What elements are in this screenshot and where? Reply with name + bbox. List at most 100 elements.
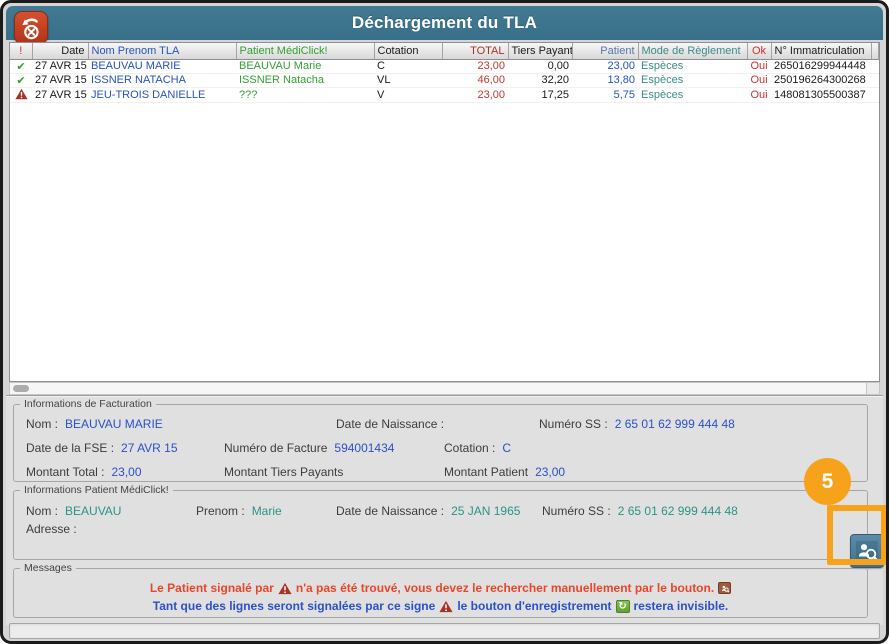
cell-nom-tla: ISSNER NATACHA [88,73,236,87]
warning-triangle-icon [439,600,453,613]
horizontal-scrollbar[interactable] [9,382,880,395]
field-label: Cotation : [444,441,495,455]
table-row[interactable]: ✔ 27 AVR 15 BEAUVAU MARIE BEAUVAU Marie … [10,59,879,73]
cell-total: 23,00 [442,59,508,73]
col-header-immatriculation[interactable]: N° Immatriculation [771,43,871,59]
facturation-tiers-field: Montant Tiers Payants [224,465,350,479]
messages-section: Messages Le Patient signalé par n'a pas … [13,562,868,618]
cell-cotation: C [374,59,442,73]
cell-date: 27 AVR 15 [32,59,88,73]
message-text: Tant que des lignes seront signalées par… [153,599,436,613]
col-header-ok[interactable]: Ok [747,43,771,59]
patient-mediclick-legend: Informations Patient MédiClick! [20,484,173,496]
field-label: Numéro SS : [539,417,608,431]
cell-patient-mediclick: ??? [236,87,374,102]
message-text: n'a pas été trouvé, vous devez le recher… [296,581,714,595]
scrollbar-thumb[interactable] [13,385,29,392]
field-value: 23,00 [112,465,142,479]
tla-table-container: ! Date Nom Prenom TLA Patient MédiClick!… [9,42,880,382]
scrollbar-corner [866,383,879,394]
col-header-total[interactable]: TOTAL [442,43,508,59]
field-label: Date de Naissance : [336,417,444,431]
cell-total: 23,00 [442,87,508,102]
warning-triangle-icon [15,90,28,102]
col-header-tiers-payant[interactable]: Tiers Payant [508,43,572,59]
col-header-mode-reglement[interactable]: Mode de Règlement [638,43,747,59]
facturation-legend: Informations de Facturation [20,398,156,410]
cell-tiers-payant: 32,20 [508,73,572,87]
field-label: Nom : [26,417,58,431]
field-value: C [502,441,511,455]
col-header-flag[interactable]: ! [10,43,32,59]
field-label: Montant Total : [26,465,105,479]
status-bar [9,623,880,639]
pmc-prenom-field: Prenom : Marie [196,504,282,518]
cell-mode-reglement: Espèces [638,73,747,87]
field-value: 23,00 [535,465,565,479]
cell-patient: 5,75 [572,87,638,102]
window-title: Déchargement du TLA [6,6,883,40]
pmc-ddn-field: Date de Naissance : 25 JAN 1965 [336,504,520,518]
pmc-ss-field: Numéro SS : 2 65 01 62 999 444 48 [542,504,738,518]
col-header-patient-mediclick[interactable]: Patient MédiClick! [236,43,374,59]
cell-ok: Oui [747,59,771,73]
messages-legend: Messages [20,562,76,574]
cell-mode-reglement: Espèces [638,59,747,73]
field-value: BEAUVAU [65,504,121,518]
cell-immatriculation: 265016299944448 [771,59,871,73]
warning-triangle-icon [278,582,292,595]
field-label: Numéro SS : [542,504,611,518]
message-text: restera invisible. [634,599,729,613]
cancel-return-button[interactable] [14,11,48,44]
field-value: 594001434 [334,441,394,455]
titlebar: Déchargement du TLA [6,6,883,40]
tla-download-window: Déchargement du TLA ! Date Nom Prenom TL… [0,0,889,644]
message-line-1: Le Patient signalé par n'a pas été trouv… [14,581,867,595]
highlight-callout-box [827,505,887,565]
table-row[interactable]: ✔ 27 AVR 15 ISSNER NATACHA ISSNER Natach… [10,73,879,87]
col-header-cotation[interactable]: Cotation [374,43,442,59]
cell-tiers-payant: 17,25 [508,87,572,102]
col-header-patient[interactable]: Patient [572,43,638,59]
field-value: Marie [252,504,282,518]
facturation-section: Informations de Facturation Nom :BEAUVAU… [13,398,868,482]
cell-total: 46,00 [442,73,508,87]
tla-table: ! Date Nom Prenom TLA Patient MédiClick!… [10,43,879,103]
detail-panel: Informations de Facturation Nom :BEAUVAU… [6,395,883,625]
col-header-date[interactable]: Date [32,43,88,59]
patient-mediclick-section: Informations Patient MédiClick! Nom : BEA… [13,484,868,560]
table-row[interactable]: 27 AVR 15 JEU-TROIS DANIELLE ??? V 23,00… [10,87,879,102]
pmc-nom-field: Nom : BEAUVAU [26,504,121,518]
field-label: Date de Naissance : [336,504,444,518]
cell-nom-tla: BEAUVAU MARIE [88,59,236,73]
facturation-nom-field: Nom :BEAUVAU MARIE [26,417,163,431]
field-label: Date de la FSE : [26,441,114,455]
message-text: le bouton d'enregistrement [457,599,611,613]
field-label: Montant Tiers Payants [224,465,343,479]
facturation-facture-field: Numéro de Facture 594001434 [224,441,394,455]
message-text: Le Patient signalé par [150,581,274,595]
check-icon: ✔ [16,75,25,87]
pmc-adresse-field: Adresse : [26,522,84,536]
col-header-nom-tla[interactable]: Nom Prenom TLA [88,43,236,59]
field-value: 25 JAN 1965 [451,504,520,518]
undo-cancel-icon [18,15,44,41]
facturation-ddn-field: Date de Naissance : [336,417,451,431]
message-line-2: Tant que des lignes seront signalées par… [14,599,867,613]
field-label: Montant Patient [444,465,528,479]
field-value: 2 65 01 62 999 444 48 [618,504,738,518]
cell-patient: 13,80 [572,73,638,87]
field-label: Numéro de Facture [224,441,327,455]
field-label: Prenom : [196,504,245,518]
table-header-row: ! Date Nom Prenom TLA Patient MédiClick!… [10,43,879,59]
check-icon: ✔ [16,61,25,73]
cell-date: 27 AVR 15 [32,73,88,87]
field-label: Adresse : [26,522,77,536]
facturation-ss-field: Numéro SS : 2 65 01 62 999 444 48 [539,417,735,431]
field-label: Nom : [26,504,58,518]
facturation-patient-field: Montant Patient 23,00 [444,465,565,479]
field-value: 2 65 01 62 999 444 48 [615,417,735,431]
cell-date: 27 AVR 15 [32,87,88,102]
cell-patient: 23,00 [572,59,638,73]
facturation-cotation-field: Cotation : C [444,441,511,455]
